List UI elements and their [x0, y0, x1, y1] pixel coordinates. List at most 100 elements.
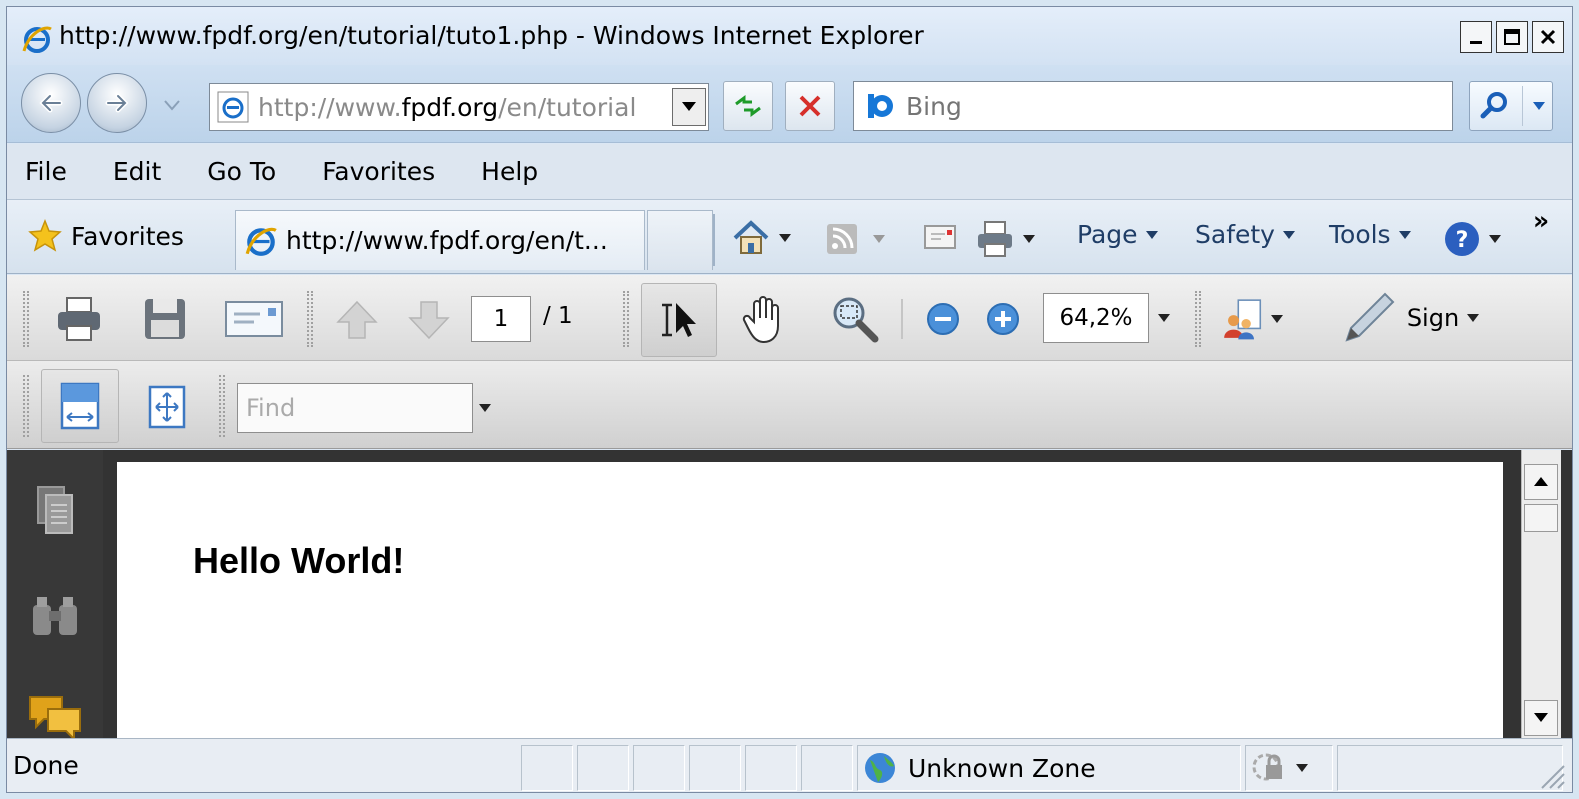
pdf-toolbar-secondary: Find [7, 361, 1572, 449]
menu-edit[interactable]: Edit [107, 153, 167, 190]
arrow-up-icon [336, 300, 378, 339]
protected-mode-button[interactable] [1245, 745, 1333, 791]
sign-button[interactable]: Sign [1329, 285, 1489, 351]
scroll-thumb[interactable] [1524, 504, 1558, 532]
scroll-down-button[interactable] [1524, 700, 1558, 736]
email-icon [225, 301, 283, 337]
stop-icon [799, 95, 821, 117]
favorites-label: Favorites [71, 221, 184, 251]
new-tab-button[interactable] [647, 210, 713, 270]
status-pane [801, 745, 853, 791]
back-button[interactable] [21, 73, 81, 133]
previous-page-button[interactable] [331, 295, 383, 345]
toolbar-overflow-button[interactable]: » [1533, 206, 1549, 235]
document-area: Hello World! [7, 450, 1572, 738]
home-icon [733, 220, 769, 254]
menu-help[interactable]: Help [475, 153, 544, 190]
save-disk-icon [145, 299, 185, 339]
address-bar[interactable]: http://www.fpdf.org/en/tutorial [209, 83, 709, 131]
fit-width-icon [60, 382, 100, 430]
address-dropdown-button[interactable] [672, 88, 706, 126]
recent-pages-chevron-icon[interactable] [163, 99, 181, 111]
title-bar: http://www.fpdf.org/en/tutorial/tuto1.ph… [7, 7, 1572, 65]
page-number-input[interactable]: 1 [471, 296, 531, 342]
stop-button[interactable] [785, 81, 835, 131]
bookmarks-binoculars-button[interactable] [29, 588, 81, 644]
address-text[interactable]: http://www.fpdf.org/en/tutorial [258, 93, 668, 122]
hand-tool-button[interactable] [735, 289, 795, 349]
status-pane [689, 745, 741, 791]
hand-icon [742, 296, 779, 344]
zoom-magnifier-icon [833, 297, 879, 343]
status-pane [521, 745, 573, 791]
svg-text:?: ? [1456, 228, 1469, 253]
safety-menu-label: Safety [1195, 220, 1275, 249]
zoom-level-input[interactable]: 64,2% [1043, 293, 1149, 343]
find-input[interactable]: Find [237, 383, 473, 433]
search-box[interactable] [853, 81, 1453, 131]
tab-ie-icon [245, 227, 277, 256]
menu-file[interactable]: File [19, 153, 73, 190]
security-zone[interactable]: Unknown Zone [857, 745, 1241, 791]
vertical-scrollbar[interactable] [1521, 450, 1561, 738]
fit-page-button[interactable] [139, 379, 195, 435]
help-button[interactable]: ? [1443, 220, 1501, 258]
resize-grip-icon[interactable] [1536, 760, 1566, 790]
browser-window: http://www.fpdf.org/en/tutorial/tuto1.ph… [6, 6, 1573, 793]
favorites-star-icon [28, 218, 62, 252]
rss-feed-icon [827, 224, 857, 254]
fit-width-button[interactable] [41, 369, 119, 443]
help-icon: ? [1445, 222, 1479, 256]
browser-tab[interactable]: http://www.fpdf.org/en/t... [235, 210, 645, 270]
refresh-button[interactable] [723, 81, 773, 131]
menu-go-to[interactable]: Go To [201, 153, 282, 190]
navigation-panel [7, 450, 103, 738]
text-select-cursor-icon [662, 303, 696, 337]
collaborate-button[interactable] [1221, 287, 1283, 351]
arrow-down-icon [408, 301, 450, 340]
search-input[interactable] [906, 91, 1426, 121]
home-button[interactable] [731, 218, 791, 258]
zoom-in-button[interactable] [983, 299, 1023, 339]
feeds-button[interactable] [825, 222, 885, 256]
back-arrow-icon [39, 93, 63, 113]
maximize-button[interactable] [1496, 21, 1528, 53]
marquee-zoom-button[interactable] [825, 289, 885, 349]
safety-menu-button[interactable]: Safety [1195, 220, 1295, 249]
close-button[interactable] [1532, 21, 1564, 53]
tools-menu-button[interactable]: Tools [1329, 220, 1411, 249]
menu-favorites[interactable]: Favorites [316, 153, 441, 190]
page-menu-button[interactable]: Page [1077, 220, 1158, 249]
globe-icon [865, 753, 895, 783]
scroll-up-button[interactable] [1524, 464, 1558, 500]
comments-panel-button[interactable] [25, 694, 85, 738]
select-tool-button[interactable] [641, 283, 717, 357]
pages-panel-button[interactable] [29, 480, 81, 540]
zoom-out-icon [927, 303, 959, 335]
pdf-print-button[interactable] [51, 291, 107, 347]
pdf-email-button[interactable] [221, 291, 287, 347]
tools-menu-label: Tools [1329, 220, 1391, 249]
print-button[interactable] [975, 220, 1035, 258]
comments-icon [29, 696, 81, 738]
pdf-save-button[interactable] [137, 291, 193, 347]
search-options-arrow-icon[interactable] [1531, 100, 1547, 112]
find-options-arrow[interactable] [477, 401, 493, 415]
read-mail-button[interactable] [923, 222, 957, 252]
page-menu-label: Page [1077, 220, 1138, 249]
pdf-toolbar-main: 1 / 1 64,2% Sign [7, 275, 1572, 361]
minimize-button[interactable] [1460, 21, 1492, 53]
next-page-button[interactable] [403, 295, 455, 345]
pdf-page: Hello World! [117, 462, 1503, 738]
page-icon [217, 91, 249, 123]
ie-logo-icon [22, 26, 52, 53]
address-suffix: /en/tutorial [498, 92, 637, 122]
pen-icon [1345, 292, 1395, 342]
tab-title: http://www.fpdf.org/en/t... [286, 226, 608, 255]
zoom-dropdown-arrow[interactable] [1155, 309, 1173, 327]
zoom-status-pane[interactable] [1337, 745, 1563, 791]
forward-button[interactable] [87, 73, 147, 133]
favorites-button[interactable]: Favorites [27, 218, 184, 254]
search-go-button[interactable] [1469, 81, 1553, 131]
zoom-out-button[interactable] [923, 299, 963, 339]
